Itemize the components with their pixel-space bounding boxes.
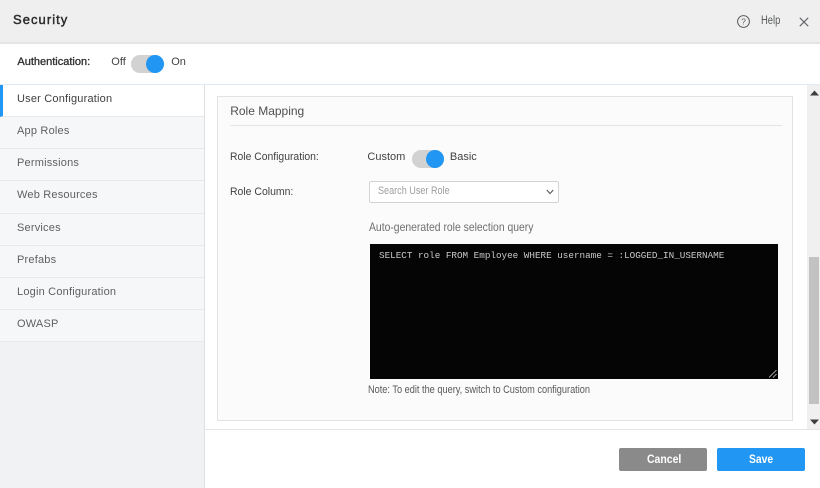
svg-text:?: ? bbox=[741, 16, 746, 26]
